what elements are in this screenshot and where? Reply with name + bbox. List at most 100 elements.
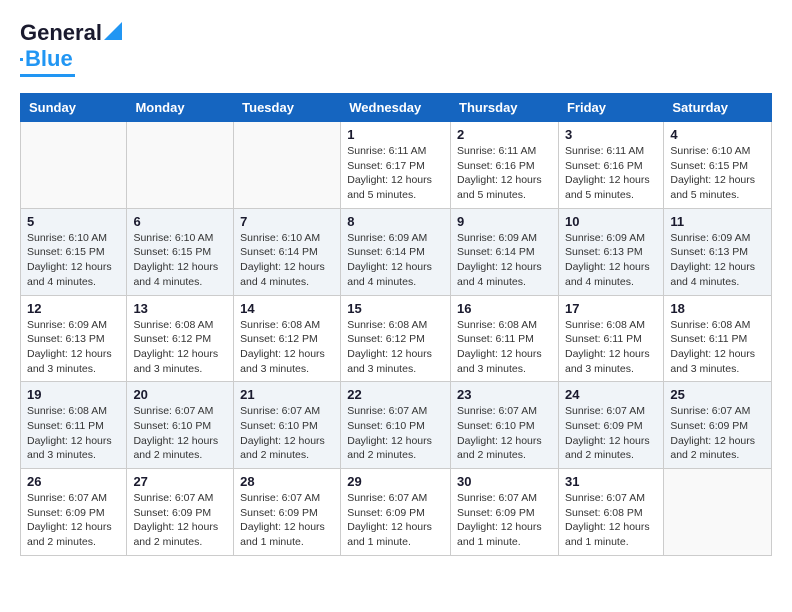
calendar-day-cell: 18 Sunrise: 6:08 AM Sunset: 6:11 PM Dayli… [664, 295, 772, 382]
day-number: 2 [457, 127, 552, 142]
day-info: Sunrise: 6:07 AM Sunset: 6:10 PM Dayligh… [457, 404, 552, 463]
day-info: Sunrise: 6:07 AM Sunset: 6:09 PM Dayligh… [347, 491, 444, 550]
day-info: Sunrise: 6:08 AM Sunset: 6:12 PM Dayligh… [240, 318, 334, 377]
calendar-day-cell: 23 Sunrise: 6:07 AM Sunset: 6:10 PM Dayli… [451, 382, 559, 469]
logo-text-blue: Blue [25, 46, 73, 72]
weekday-header-tuesday: Tuesday [234, 94, 341, 122]
calendar-day-cell: 27Sunrise: 6:07 AM Sunset: 6:09 PM Dayli… [127, 469, 234, 556]
calendar-day-cell: 28Sunrise: 6:07 AM Sunset: 6:09 PM Dayli… [234, 469, 341, 556]
day-number: 26 [27, 474, 120, 489]
calendar-day-cell: 25 Sunrise: 6:07 AM Sunset: 6:09 PM Dayli… [664, 382, 772, 469]
page-header: General Blue [20, 20, 772, 77]
calendar-day-cell: 2 Sunrise: 6:11 AM Sunset: 6:16 PM Daylig… [451, 122, 559, 209]
day-number: 3 [565, 127, 657, 142]
logo: General Blue [20, 20, 122, 77]
calendar-week-row: 5Sunrise: 6:10 AM Sunset: 6:15 PM Daylig… [21, 208, 772, 295]
day-number: 28 [240, 474, 334, 489]
day-info: Sunrise: 6:09 AM Sunset: 6:14 PM Dayligh… [457, 231, 552, 290]
calendar-day-cell: 3 Sunrise: 6:11 AM Sunset: 6:16 PM Daylig… [558, 122, 663, 209]
calendar-day-cell: 11Sunrise: 6:09 AM Sunset: 6:13 PM Dayli… [664, 208, 772, 295]
day-info: Sunrise: 6:07 AM Sunset: 6:10 PM Dayligh… [240, 404, 334, 463]
calendar-empty-cell [664, 469, 772, 556]
day-number: 10 [565, 214, 657, 229]
day-number: 16 [457, 301, 552, 316]
calendar-week-row: 1Sunrise: 6:11 AM Sunset: 6:17 PM Daylig… [21, 122, 772, 209]
calendar-day-cell: 9 Sunrise: 6:09 AM Sunset: 6:14 PM Daylig… [451, 208, 559, 295]
day-info: Sunrise: 6:09 AM Sunset: 6:14 PM Dayligh… [347, 231, 444, 290]
day-info: Sunrise: 6:07 AM Sunset: 6:09 PM Dayligh… [27, 491, 120, 550]
day-info: Sunrise: 6:10 AM Sunset: 6:14 PM Dayligh… [240, 231, 334, 290]
calendar-day-cell: 5Sunrise: 6:10 AM Sunset: 6:15 PM Daylig… [21, 208, 127, 295]
calendar-day-cell: 8 Sunrise: 6:09 AM Sunset: 6:14 PM Daylig… [341, 208, 451, 295]
day-number: 6 [133, 214, 227, 229]
day-number: 14 [240, 301, 334, 316]
weekday-header-friday: Friday [558, 94, 663, 122]
day-info: Sunrise: 6:09 AM Sunset: 6:13 PM Dayligh… [670, 231, 765, 290]
day-info: Sunrise: 6:11 AM Sunset: 6:17 PM Dayligh… [347, 144, 444, 203]
day-number: 17 [565, 301, 657, 316]
calendar-day-cell: 6 Sunrise: 6:10 AM Sunset: 6:15 PM Daylig… [127, 208, 234, 295]
day-info: Sunrise: 6:08 AM Sunset: 6:11 PM Dayligh… [457, 318, 552, 377]
day-info: Sunrise: 6:11 AM Sunset: 6:16 PM Dayligh… [457, 144, 552, 203]
day-info: Sunrise: 6:07 AM Sunset: 6:10 PM Dayligh… [133, 404, 227, 463]
day-info: Sunrise: 6:10 AM Sunset: 6:15 PM Dayligh… [27, 231, 120, 290]
calendar-day-cell: 31 Sunrise: 6:07 AM Sunset: 6:08 PM Dayli… [558, 469, 663, 556]
day-info: Sunrise: 6:08 AM Sunset: 6:12 PM Dayligh… [133, 318, 227, 377]
calendar-table: SundayMondayTuesdayWednesdayThursdayFrid… [20, 93, 772, 556]
calendar-day-cell: 16 Sunrise: 6:08 AM Sunset: 6:11 PM Dayli… [451, 295, 559, 382]
day-number: 19 [27, 387, 120, 402]
logo-underline [20, 74, 75, 77]
day-number: 21 [240, 387, 334, 402]
day-number: 20 [133, 387, 227, 402]
day-number: 30 [457, 474, 552, 489]
day-number: 7 [240, 214, 334, 229]
logo-arrow-icon [104, 22, 122, 40]
day-number: 8 [347, 214, 444, 229]
calendar-empty-cell [21, 122, 127, 209]
calendar-day-cell: 22 Sunrise: 6:07 AM Sunset: 6:10 PM Dayli… [341, 382, 451, 469]
day-number: 27 [133, 474, 227, 489]
calendar-week-row: 26 Sunrise: 6:07 AM Sunset: 6:09 PM Dayli… [21, 469, 772, 556]
day-info: Sunrise: 6:09 AM Sunset: 6:13 PM Dayligh… [565, 231, 657, 290]
weekday-header-saturday: Saturday [664, 94, 772, 122]
day-number: 4 [670, 127, 765, 142]
weekday-header-thursday: Thursday [451, 94, 559, 122]
calendar-empty-cell [234, 122, 341, 209]
day-info: Sunrise: 6:08 AM Sunset: 6:11 PM Dayligh… [27, 404, 120, 463]
calendar-day-cell: 17 Sunrise: 6:08 AM Sunset: 6:11 PM Dayli… [558, 295, 663, 382]
day-info: Sunrise: 6:08 AM Sunset: 6:11 PM Dayligh… [565, 318, 657, 377]
calendar-day-cell: 21 Sunrise: 6:07 AM Sunset: 6:10 PM Dayli… [234, 382, 341, 469]
day-info: Sunrise: 6:07 AM Sunset: 6:08 PM Dayligh… [565, 491, 657, 550]
logo-text-general: General [20, 20, 102, 46]
day-info: Sunrise: 6:09 AM Sunset: 6:13 PM Dayligh… [27, 318, 120, 377]
day-info: Sunrise: 6:08 AM Sunset: 6:11 PM Dayligh… [670, 318, 765, 377]
day-number: 12 [27, 301, 120, 316]
calendar-empty-cell [127, 122, 234, 209]
day-number: 18 [670, 301, 765, 316]
calendar-day-cell: 12 Sunrise: 6:09 AM Sunset: 6:13 PM Dayli… [21, 295, 127, 382]
calendar-day-cell: 15 Sunrise: 6:08 AM Sunset: 6:12 PM Dayli… [341, 295, 451, 382]
day-info: Sunrise: 6:07 AM Sunset: 6:09 PM Dayligh… [670, 404, 765, 463]
day-number: 9 [457, 214, 552, 229]
day-info: Sunrise: 6:10 AM Sunset: 6:15 PM Dayligh… [133, 231, 227, 290]
day-number: 24 [565, 387, 657, 402]
calendar-day-cell: 13 Sunrise: 6:08 AM Sunset: 6:12 PM Dayli… [127, 295, 234, 382]
day-number: 23 [457, 387, 552, 402]
weekday-header-wednesday: Wednesday [341, 94, 451, 122]
day-info: Sunrise: 6:08 AM Sunset: 6:12 PM Dayligh… [347, 318, 444, 377]
day-number: 31 [565, 474, 657, 489]
calendar-day-cell: 26 Sunrise: 6:07 AM Sunset: 6:09 PM Dayli… [21, 469, 127, 556]
day-number: 22 [347, 387, 444, 402]
day-info: Sunrise: 6:11 AM Sunset: 6:16 PM Dayligh… [565, 144, 657, 203]
day-number: 25 [670, 387, 765, 402]
day-info: Sunrise: 6:07 AM Sunset: 6:10 PM Dayligh… [347, 404, 444, 463]
calendar-day-cell: 24Sunrise: 6:07 AM Sunset: 6:09 PM Dayli… [558, 382, 663, 469]
day-info: Sunrise: 6:10 AM Sunset: 6:15 PM Dayligh… [670, 144, 765, 203]
calendar-day-cell: 4 Sunrise: 6:10 AM Sunset: 6:15 PM Daylig… [664, 122, 772, 209]
calendar-day-cell: 1Sunrise: 6:11 AM Sunset: 6:17 PM Daylig… [341, 122, 451, 209]
calendar-day-cell: 29 Sunrise: 6:07 AM Sunset: 6:09 PM Dayli… [341, 469, 451, 556]
calendar-week-row: 12 Sunrise: 6:09 AM Sunset: 6:13 PM Dayli… [21, 295, 772, 382]
day-number: 15 [347, 301, 444, 316]
day-number: 13 [133, 301, 227, 316]
day-number: 29 [347, 474, 444, 489]
